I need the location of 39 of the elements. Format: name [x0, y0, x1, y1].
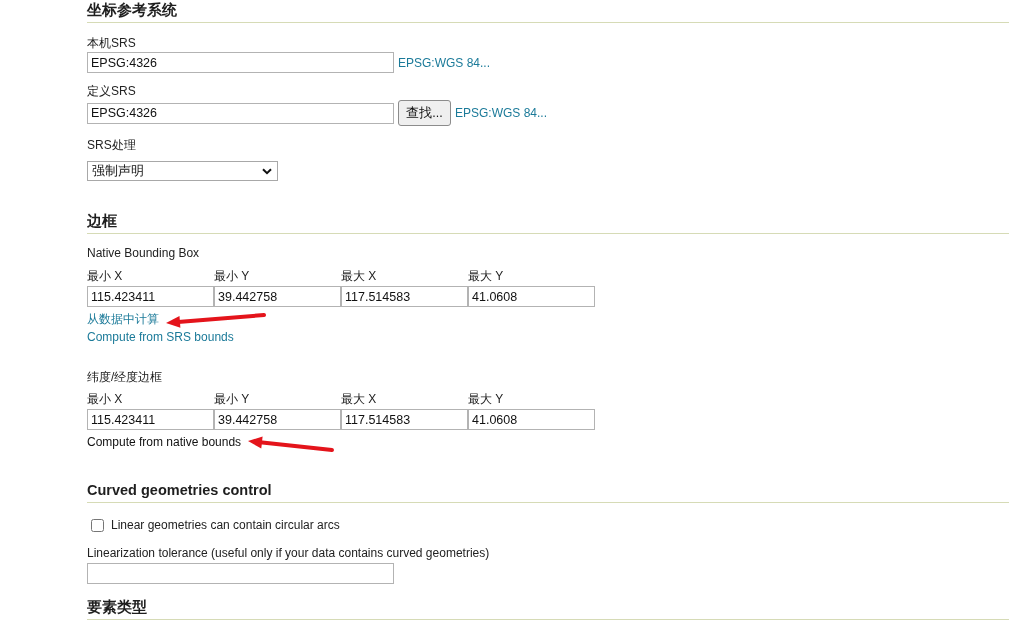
srs-link[interactable]: EPSG:WGS 84...: [455, 106, 548, 120]
field-label: 纬度/经度边框: [87, 369, 163, 385]
checkbox-label: Linear geometries can contain circular arcs: [111, 517, 340, 533]
field-label: 本机SRS: [87, 35, 136, 51]
caret-icon: [262, 167, 272, 175]
coordinate-input[interactable]: 117.514583: [341, 409, 468, 430]
field-label: 定义SRS: [87, 83, 136, 99]
section-heading: 要素类型: [87, 598, 147, 616]
dropdown[interactable]: 强制声明: [87, 161, 278, 181]
text-input[interactable]: EPSG:4326: [87, 52, 394, 73]
section-heading: 边框: [87, 212, 117, 230]
compute-link[interactable]: Compute from SRS bounds: [87, 330, 234, 344]
coordinate-input[interactable]: 41.0608: [468, 409, 595, 430]
column-label: 最小 Y: [214, 268, 250, 284]
column-label: 最大 X: [341, 268, 377, 284]
column-label: 最大 Y: [468, 391, 504, 407]
field-label: Linearization tolerance (useful only if your data contains curved geometries): [87, 545, 490, 561]
section-heading: Curved geometries control: [87, 481, 272, 499]
field-label: Native Bounding Box: [87, 245, 200, 261]
find-button[interactable]: 查找...: [398, 100, 451, 126]
column-label: 最小 X: [87, 268, 123, 284]
column-label: 最小 X: [87, 391, 123, 407]
srs-link[interactable]: EPSG:WGS 84...: [398, 55, 491, 70]
coordinate-input[interactable]: 115.423411: [87, 286, 214, 307]
compute-link[interactable]: 从数据中计算: [87, 312, 159, 326]
text-input[interactable]: [87, 563, 394, 584]
coordinate-input[interactable]: 39.442758: [214, 409, 341, 430]
column-label: 最大 X: [341, 391, 377, 407]
column-label: 最小 Y: [214, 391, 250, 407]
coordinate-input[interactable]: 117.514583: [341, 286, 468, 307]
section-heading: 坐标参考系统: [87, 1, 177, 19]
coordinate-input[interactable]: 41.0608: [468, 286, 595, 307]
coordinate-input[interactable]: 115.423411: [87, 409, 214, 430]
checkbox[interactable]: [91, 518, 104, 532]
field-label: SRS处理: [87, 137, 136, 153]
coordinate-input[interactable]: 39.442758: [214, 286, 341, 307]
text-input[interactable]: EPSG:4326: [87, 102, 394, 124]
column-label: 最大 Y: [468, 268, 504, 284]
compute-link[interactable]: Compute from native bounds: [87, 435, 242, 449]
